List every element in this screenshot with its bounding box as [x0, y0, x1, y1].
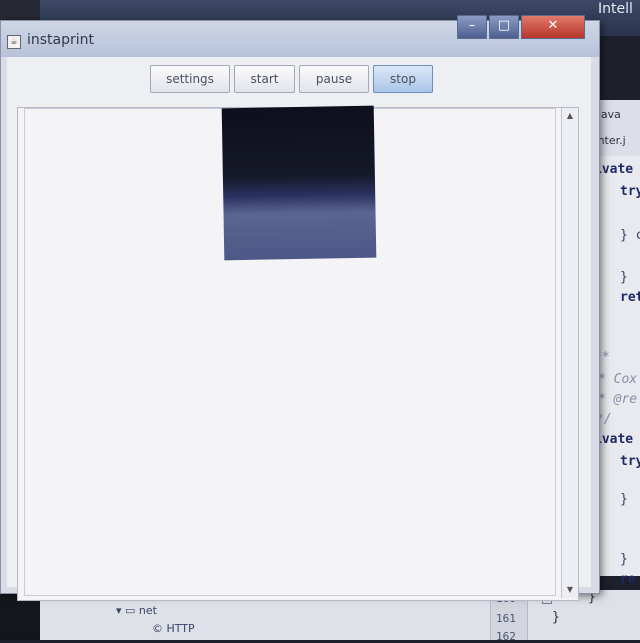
code-line: * Cox: [598, 372, 638, 387]
preview-area: [24, 105, 556, 596]
code-line: }: [620, 270, 628, 285]
instaprint-window: ☕ instaprint – □ ✕ settings start pause …: [0, 15, 600, 601]
code-line: } c: [620, 228, 640, 243]
app-icon[interactable]: ☕: [7, 35, 21, 49]
tree-folder-label: net: [138, 604, 157, 617]
folder-icon: ▾ ▭: [116, 604, 139, 617]
code-line: try: [620, 184, 640, 199]
settings-button[interactable]: settings: [150, 65, 230, 93]
toolbar: settings start pause stop: [7, 57, 591, 99]
camera-preview-image: [221, 105, 377, 261]
window-content: settings start pause stop ▲ ▼: [7, 57, 591, 601]
window-title: instaprint: [27, 32, 95, 48]
vertical-scrollbar[interactable]: ▲ ▼: [561, 108, 578, 598]
code-line: }: [620, 552, 628, 567]
scroll-up-icon[interactable]: ▲: [564, 110, 576, 122]
start-button[interactable]: start: [234, 65, 295, 93]
maximize-button[interactable]: □: [489, 15, 519, 39]
code-line: * @re: [598, 392, 638, 407]
code-brace: }: [552, 610, 560, 625]
line-number: 162: [496, 630, 516, 643]
scroll-down-icon[interactable]: ▼: [564, 584, 576, 596]
stop-button[interactable]: stop: [373, 65, 433, 93]
class-icon: ©: [152, 622, 167, 635]
pause-button[interactable]: pause: [299, 65, 369, 93]
tree-file-label: HTTP: [166, 622, 195, 635]
minimize-button[interactable]: –: [457, 15, 487, 39]
tree-file-http[interactable]: © HTTP: [152, 622, 195, 635]
code-line: ret: [620, 290, 640, 305]
line-number: 161: [496, 612, 516, 625]
tree-folder-net[interactable]: ▾ ▭ net: [116, 604, 157, 617]
preview-scroll-pane[interactable]: ▲ ▼: [17, 105, 579, 601]
close-button[interactable]: ✕: [521, 15, 585, 39]
window-titlebar[interactable]: ☕ instaprint – □ ✕: [1, 15, 599, 57]
code-line: }: [620, 492, 628, 507]
code-line: try: [620, 454, 640, 469]
ide-title: Intell: [598, 1, 633, 17]
code-line: re: [620, 572, 636, 587]
